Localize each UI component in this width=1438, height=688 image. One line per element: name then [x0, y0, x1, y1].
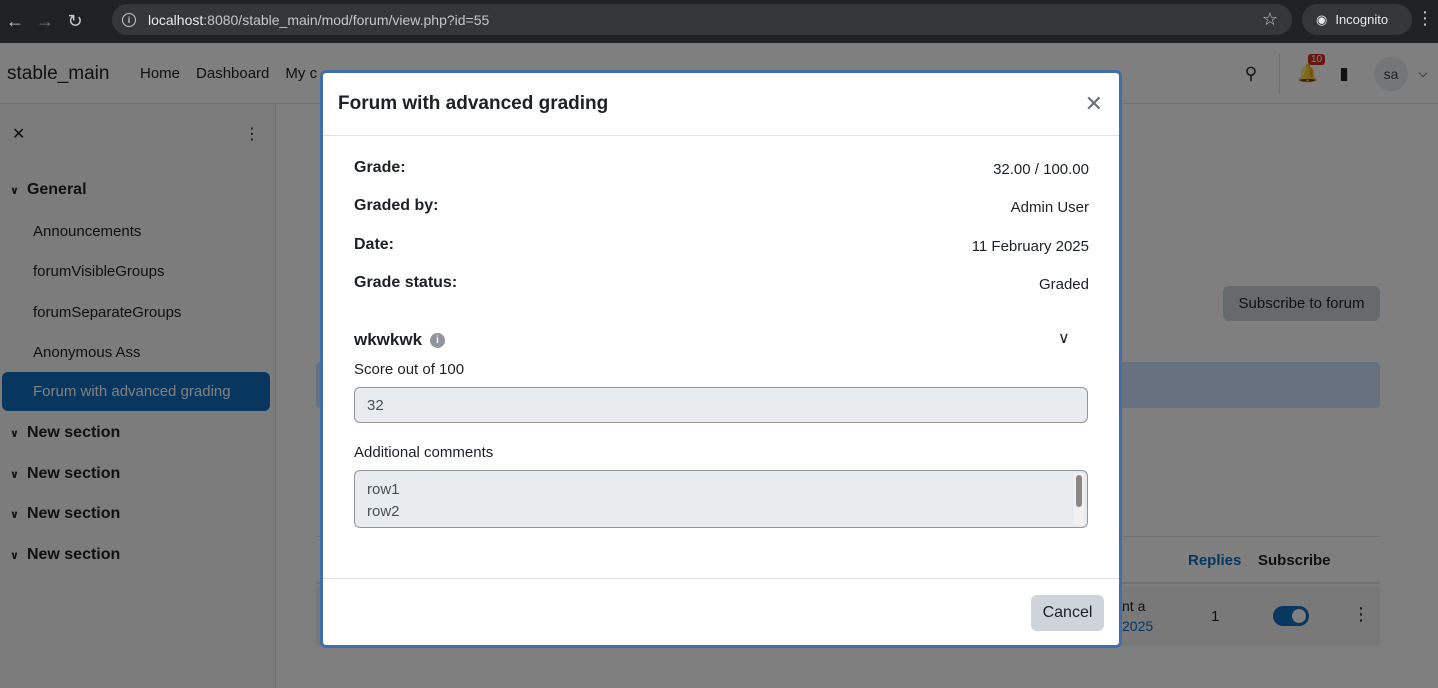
incognito-indicator[interactable]: ◉ Incognito — [1302, 4, 1412, 35]
graded-by-label: Graded by: — [354, 197, 439, 214]
textarea-scrollbar[interactable] — [1074, 473, 1084, 525]
score-input[interactable]: 32 — [354, 387, 1088, 423]
grade-modal: Forum with advanced grading ✕ Grade: 32.… — [320, 70, 1122, 648]
comment-line: row2 — [367, 503, 400, 520]
cancel-button[interactable]: Cancel — [1031, 595, 1104, 631]
grade-label: Grade: — [354, 159, 406, 176]
date-label: Date: — [354, 236, 395, 253]
criterion-title: wkwkwk i — [354, 330, 446, 350]
modal-header: Forum with advanced grading ✕ — [323, 73, 1119, 136]
grade-row: Grade: 32.00 / 100.00 — [354, 159, 1089, 183]
forward-icon[interactable]: → — [30, 7, 60, 37]
graded-by-value: Admin User — [1010, 199, 1089, 216]
grade-status-row: Grade status: Graded — [354, 274, 1089, 298]
graded-by-row: Graded by: Admin User — [354, 197, 1089, 221]
score-label: Score out of 100 — [354, 361, 465, 378]
date-value: 11 February 2025 — [971, 238, 1089, 255]
browser-toolbar: ← → ↻ i localhost:8080/stable_main/mod/f… — [0, 0, 1438, 43]
close-icon[interactable]: ✕ — [1085, 91, 1103, 117]
modal-footer: Cancel — [323, 578, 1119, 645]
grade-status-value: Graded — [1038, 276, 1089, 293]
info-icon[interactable]: i — [430, 332, 446, 348]
incognito-icon: ◉ — [1316, 11, 1328, 27]
collapse-chevron-icon[interactable]: ∨ — [1058, 328, 1070, 348]
back-icon[interactable]: ← — [0, 7, 30, 37]
comments-label: Additional comments — [354, 444, 494, 461]
date-row: Date: 11 February 2025 — [354, 236, 1089, 260]
bookmark-star-icon[interactable]: ☆ — [1262, 9, 1278, 30]
grade-value: 32.00 / 100.00 — [993, 161, 1089, 178]
comments-textarea[interactable]: row1 row2 — [354, 470, 1088, 528]
grade-status-label: Grade status: — [354, 274, 458, 291]
site-info-icon[interactable]: i — [122, 12, 136, 27]
modal-title: Forum with advanced grading — [338, 93, 609, 114]
url-text: localhost:8080/stable_main/mod/forum/vie… — [148, 11, 490, 28]
reload-icon[interactable]: ↻ — [60, 7, 90, 37]
address-bar[interactable]: i localhost:8080/stable_main/mod/forum/v… — [112, 4, 1292, 35]
comment-line: row1 — [367, 481, 400, 498]
browser-menu-icon[interactable]: ⋮ — [1416, 8, 1434, 29]
